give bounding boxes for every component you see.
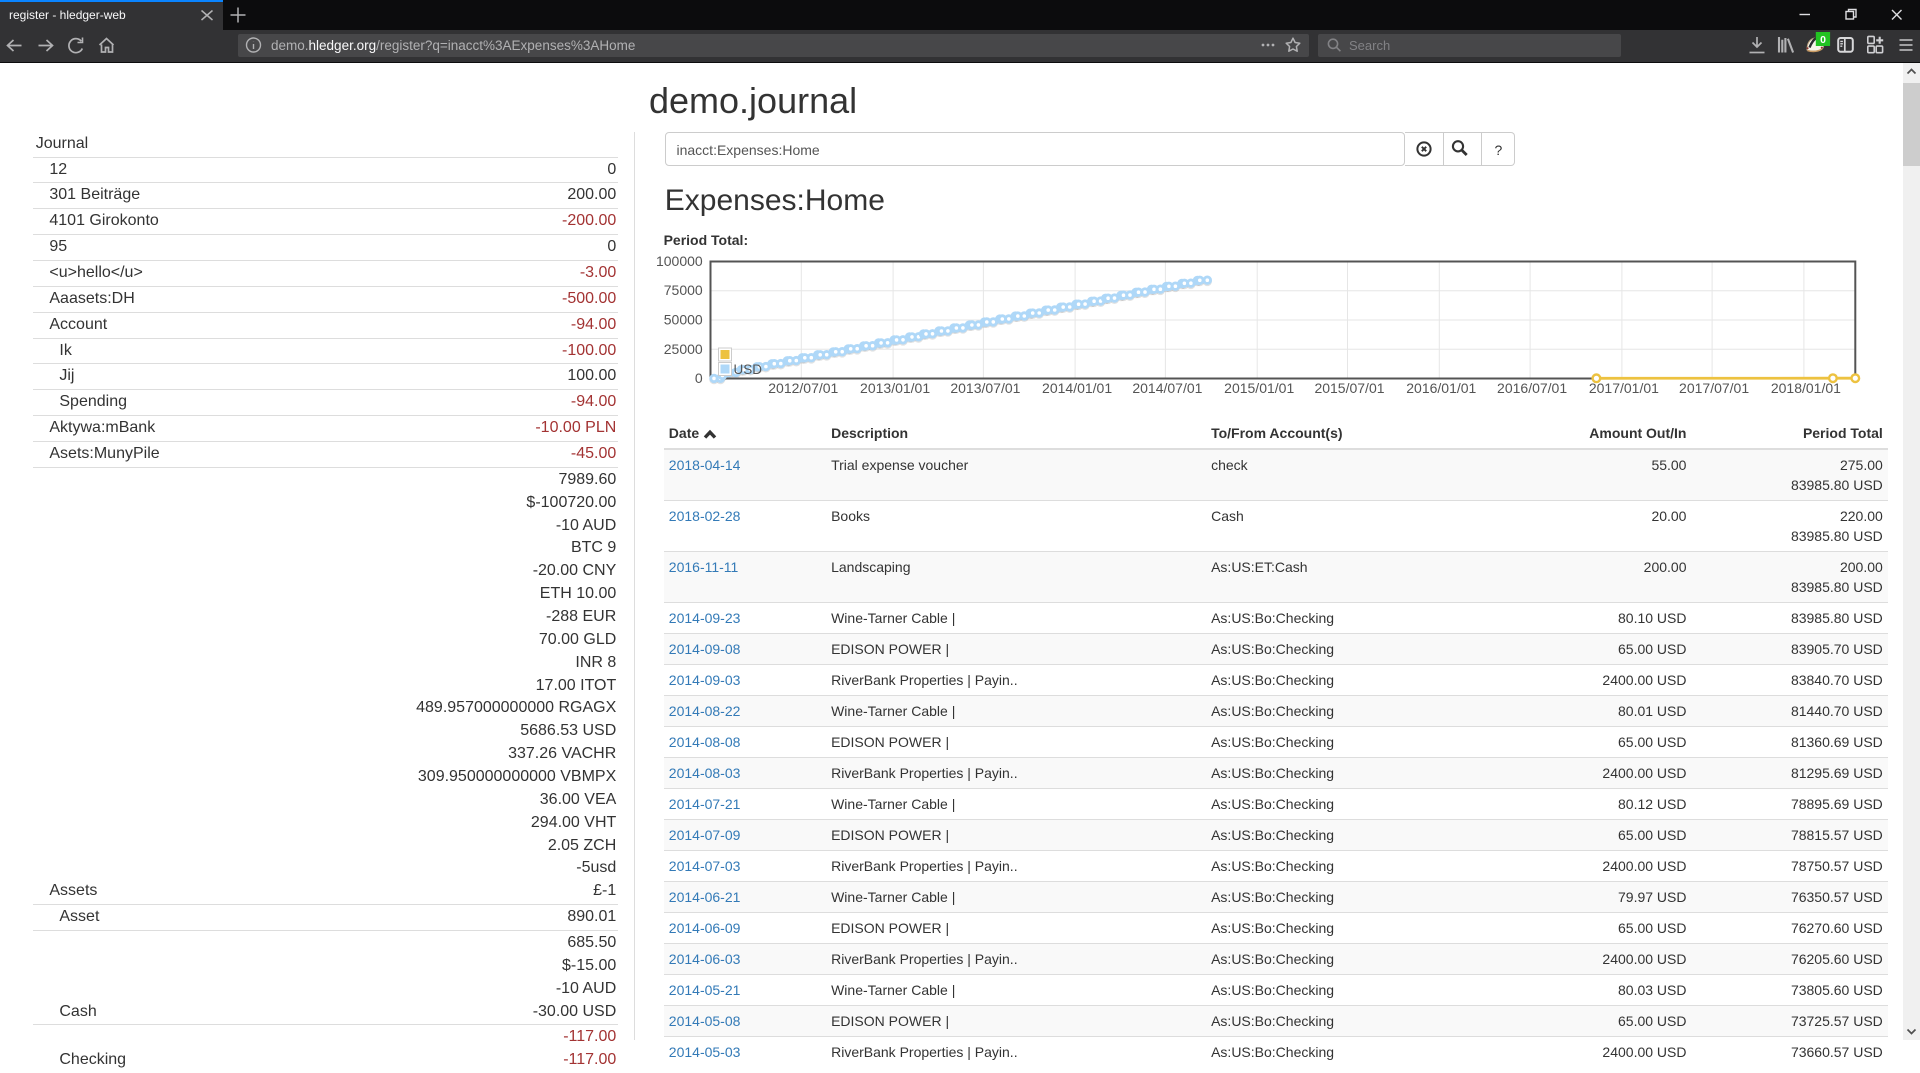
svg-text:2017/07/01: 2017/07/01 [1679, 380, 1749, 396]
svg-text:2012/07/01: 2012/07/01 [768, 380, 838, 396]
svg-text:2016/07/01: 2016/07/01 [1497, 380, 1567, 396]
svg-text:0: 0 [695, 370, 703, 386]
svg-text:2017/01/01: 2017/01/01 [1589, 380, 1659, 396]
svg-text:2013/07/01: 2013/07/01 [950, 380, 1020, 396]
svg-text:2015/01/01: 2015/01/01 [1224, 380, 1294, 396]
svg-text:2014/01/01: 2014/01/01 [1042, 380, 1112, 396]
svg-text:USD: USD [734, 362, 763, 377]
svg-text:2014/07/01: 2014/07/01 [1132, 380, 1202, 396]
svg-text:50000: 50000 [664, 312, 703, 328]
svg-text:2013/01/01: 2013/01/01 [860, 380, 930, 396]
svg-text:0: 0 [1820, 34, 1826, 46]
svg-text:2016/01/01: 2016/01/01 [1406, 380, 1476, 396]
svg-text:100000: 100000 [656, 253, 703, 269]
svg-text:2015/07/01: 2015/07/01 [1314, 380, 1384, 396]
svg-text:25000: 25000 [664, 341, 703, 357]
svg-text:75000: 75000 [664, 282, 703, 298]
